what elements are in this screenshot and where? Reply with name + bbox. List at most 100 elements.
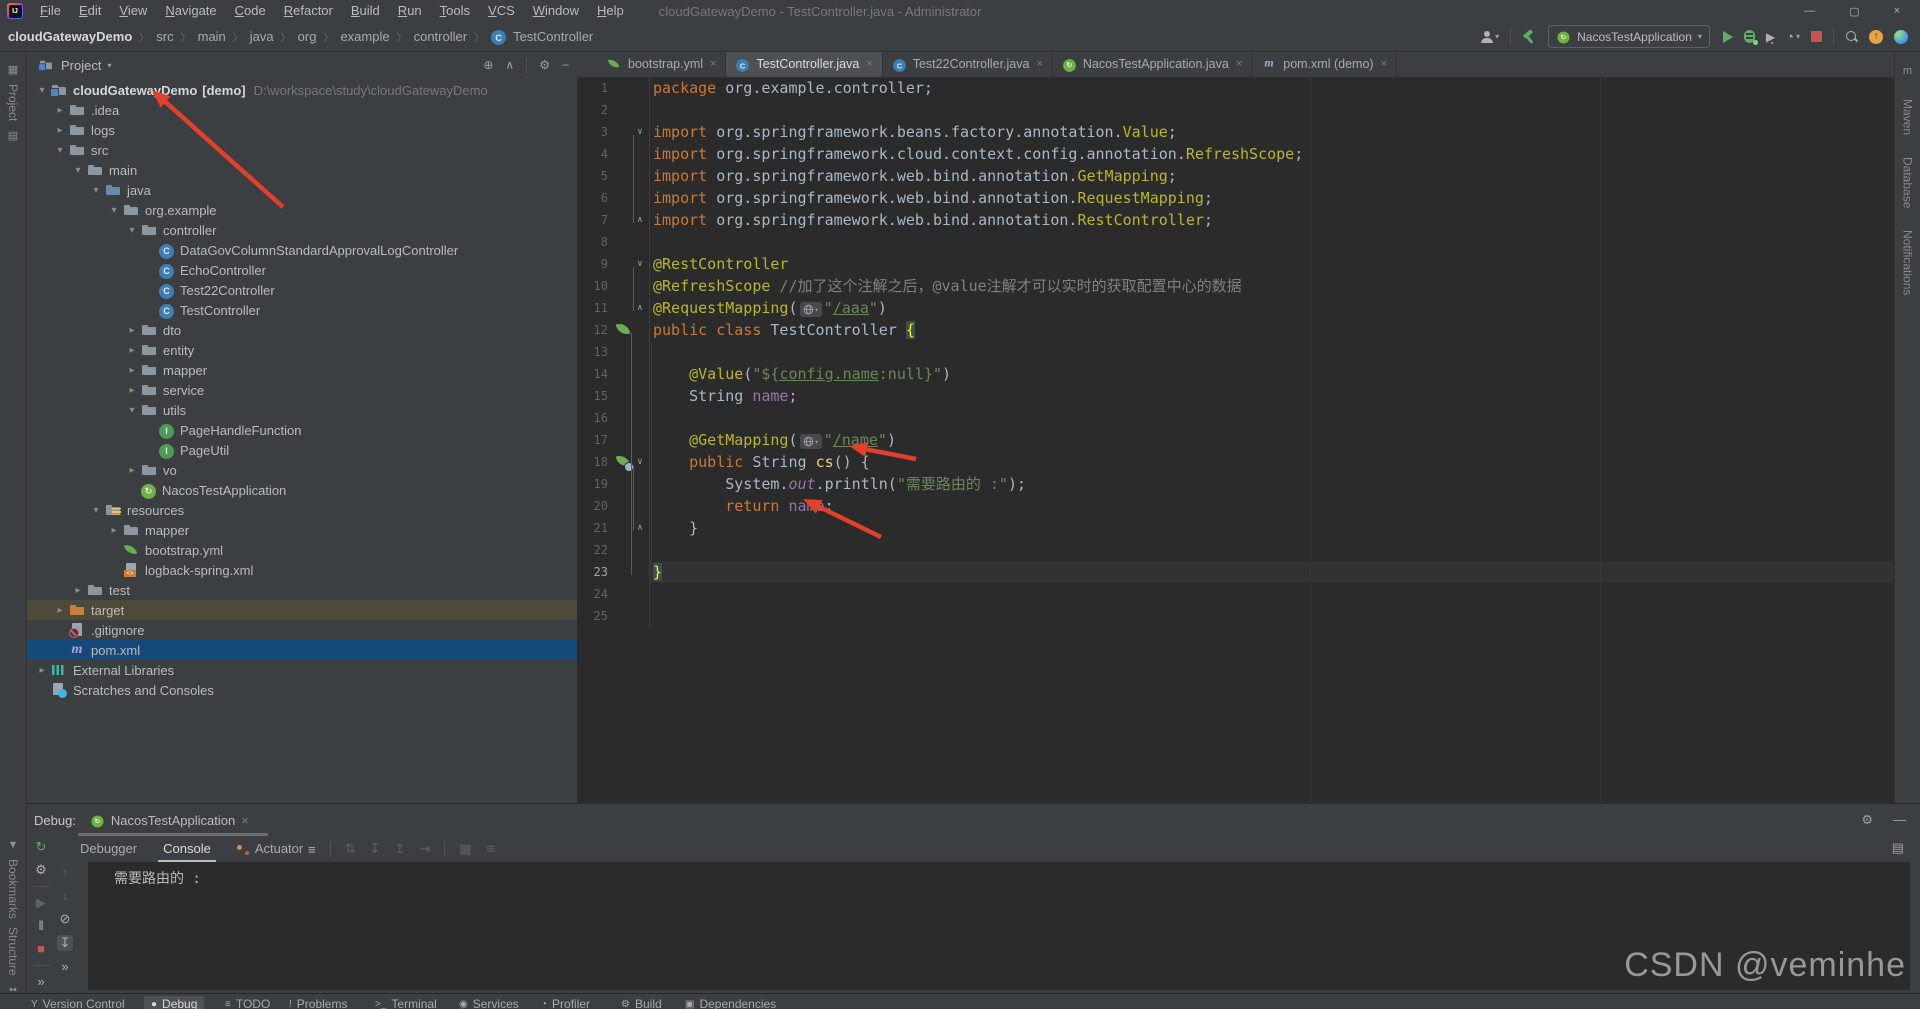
statusbar-terminal[interactable]: >_Terminal (368, 996, 444, 1009)
close-tab-icon[interactable]: × (1381, 58, 1387, 70)
project-panel-title[interactable]: Project (61, 58, 101, 73)
breadcrumb-item[interactable]: TestController (513, 29, 593, 44)
build-project-button[interactable] (1522, 30, 1535, 43)
stop-icon[interactable]: ■ (37, 942, 45, 956)
scroll-down-icon[interactable]: ↧ (370, 841, 381, 857)
locate-file-icon[interactable]: ⊕ (483, 58, 493, 72)
code-line-14[interactable]: 14 @Value("${config.name:null}") (577, 363, 1920, 385)
breadcrumb-item[interactable]: main (198, 29, 226, 44)
tree-item-test[interactable]: ▸test (26, 580, 577, 600)
code-line-12[interactable]: 12public class TestController { (577, 319, 1920, 341)
menu-window[interactable]: Window (524, 3, 588, 18)
search-everywhere-icon[interactable] (1845, 30, 1858, 43)
code-text[interactable]: System.out.println("需要路由的 :"); (650, 473, 1920, 495)
expand-arrow-icon[interactable]: ▸ (69, 585, 87, 596)
tree-item-vo[interactable]: ▸vo (26, 460, 577, 480)
fold-marker-icon[interactable]: ∧ (634, 297, 646, 319)
user-profile-button[interactable]: ▾ (1481, 31, 1499, 43)
code-text[interactable]: import org.springframework.cloud.context… (650, 143, 1920, 165)
expand-arrow-icon[interactable]: ▸ (123, 385, 141, 396)
code-text[interactable]: @RequestMapping(▾"/aaa") (650, 297, 1920, 319)
code-text[interactable] (650, 539, 1920, 561)
code-line-6[interactable]: 6import org.springframework.web.bind.ann… (577, 187, 1920, 209)
tree-item-controller[interactable]: ▾controller (26, 220, 577, 240)
collapse-arrow-icon[interactable]: ▾ (87, 505, 105, 516)
code-editor[interactable]: 1package org.example.controller;23∨impor… (577, 77, 1920, 803)
tree-item-target[interactable]: ▸target (26, 600, 577, 620)
code-text[interactable]: package org.example.controller; (650, 77, 1920, 99)
code-line-13[interactable]: 13 (577, 341, 1920, 363)
spring-bean-gutter-icon[interactable] (616, 322, 631, 337)
layout-settings-icon[interactable]: ▤ (1892, 840, 1904, 856)
code-text[interactable]: return name; (650, 495, 1920, 517)
menu-tools[interactable]: Tools (431, 3, 479, 18)
code-text[interactable]: import org.springframework.web.bind.anno… (650, 209, 1920, 231)
breadcrumb-item[interactable]: cloudGatewayDemo (8, 29, 132, 44)
project-view-dropdown-icon[interactable]: ▾ (107, 61, 111, 70)
close-session-icon[interactable]: × (241, 813, 249, 828)
run-button[interactable] (1723, 31, 1733, 43)
hide-debug-panel-icon[interactable]: — (1893, 812, 1906, 828)
code-line-4[interactable]: 4import org.springframework.cloud.contex… (577, 143, 1920, 165)
code-text[interactable]: @GetMapping(▾"/name") (650, 429, 1920, 451)
code-text[interactable] (650, 99, 1920, 121)
code-line-5[interactable]: 5import org.springframework.web.bind.ann… (577, 165, 1920, 187)
menu-refactor[interactable]: Refactor (275, 3, 342, 18)
statusbar-debug[interactable]: ●Debug (144, 996, 204, 1009)
tree-item-TestController[interactable]: TestController (26, 300, 577, 320)
debug-session-tab[interactable]: NacosTestApplication × (84, 813, 255, 828)
tree-item-utils[interactable]: ▾utils (26, 400, 577, 420)
minimize-icon[interactable]: — (1804, 5, 1815, 18)
more-icon[interactable]: » (61, 960, 68, 974)
collapse-arrow-icon[interactable]: ▾ (33, 85, 51, 96)
fold-marker-icon[interactable]: ∨ (634, 121, 646, 143)
related-url-inlay-icon[interactable]: ▾ (800, 434, 822, 449)
collapse-arrow-icon[interactable]: ▾ (69, 165, 87, 176)
editor-tab-NacosTestApplication.java[interactable]: NacosTestApplication.java× (1053, 51, 1252, 77)
run-with-coverage-button[interactable]: ▶̥ (1766, 30, 1775, 44)
collapse-arrow-icon[interactable]: ▾ (123, 225, 141, 236)
code-line-11[interactable]: 11∧@RequestMapping(▾"/aaa") (577, 297, 1920, 319)
code-text[interactable] (650, 407, 1920, 429)
code-line-16[interactable]: 16 (577, 407, 1920, 429)
plugin-sphere-icon[interactable] (1894, 30, 1908, 44)
expand-arrow-icon[interactable]: ▸ (51, 125, 69, 136)
code-line-24[interactable]: 24 (577, 583, 1920, 605)
menu-vcs[interactable]: VCS (479, 3, 524, 18)
close-tab-icon[interactable]: × (866, 58, 872, 70)
fold-marker-icon[interactable]: ∨ (634, 451, 646, 473)
collapse-arrow-icon[interactable]: ▾ (87, 185, 105, 196)
resume-icon[interactable]: ▶ (36, 896, 46, 910)
debug-tab-actuator[interactable]: Actuator (224, 836, 316, 862)
tree-item-java[interactable]: ▾java (26, 180, 577, 200)
statusbar-build[interactable]: ⚙Build (614, 996, 669, 1009)
close-icon[interactable]: × (1894, 5, 1900, 18)
commit-tool-icon[interactable]: ▤ (7, 129, 20, 142)
clear-console-icon[interactable]: ≋ (486, 841, 497, 857)
debug-tab-console[interactable]: Console (150, 836, 224, 862)
stripe-label-structure[interactable]: Structure (6, 927, 20, 976)
pause-icon[interactable]: ‖ (38, 919, 43, 933)
tree-item-PageUtil[interactable]: PageUtil (26, 440, 577, 460)
code-text[interactable]: import org.springframework.web.bind.anno… (650, 187, 1920, 209)
code-text[interactable]: } (650, 561, 1920, 583)
tree-item-main[interactable]: ▾main (26, 160, 577, 180)
code-line-2[interactable]: 2 (577, 99, 1920, 121)
tree-item-.gitignore[interactable]: .gitignore (26, 620, 577, 640)
statusbar-dependencies[interactable]: ▣Dependencies (678, 996, 783, 1009)
code-line-21[interactable]: 21∧ } (577, 517, 1920, 539)
scroll-up-icon[interactable]: ↥ (394, 841, 405, 857)
code-text[interactable] (650, 605, 1920, 627)
editor-tab-TestController.java[interactable]: TestController.java× (726, 51, 882, 77)
tree-item-ScratchesandConsoles[interactable]: Scratches and Consoles (26, 680, 577, 700)
maven-tool-icon[interactable]: m (1901, 65, 1914, 77)
menu-file[interactable]: File (31, 3, 70, 18)
tree-item-src[interactable]: ▾src (26, 140, 577, 160)
breadcrumb-item[interactable]: src (156, 29, 173, 44)
expand-arrow-icon[interactable]: ▸ (123, 465, 141, 476)
maximize-icon[interactable]: ▢ (1849, 5, 1859, 18)
tree-item-bootstrap.yml[interactable]: bootstrap.yml (26, 540, 577, 560)
breadcrumb-item[interactable]: java (250, 29, 274, 44)
code-line-19[interactable]: 19 System.out.println("需要路由的 :"); (577, 473, 1920, 495)
expand-arrow-icon[interactable]: ▸ (105, 525, 123, 536)
